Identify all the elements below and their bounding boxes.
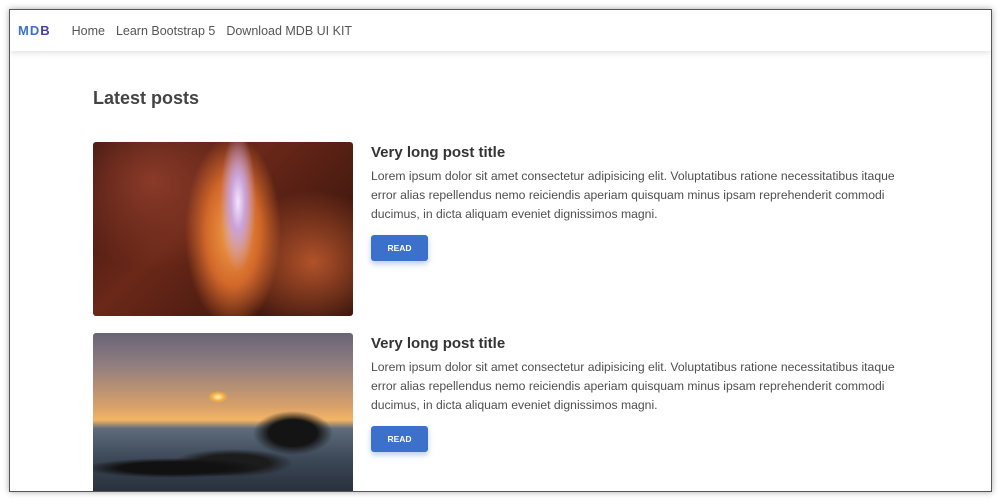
post-info: Very long post title Lorem ipsum dolor s… (371, 333, 921, 452)
nav-link-download[interactable]: Download MDB UI KIT (226, 24, 352, 38)
nav-link-learn-bootstrap[interactable]: Learn Bootstrap 5 (116, 24, 215, 38)
read-button[interactable]: READ (371, 426, 428, 452)
post-image-sunset (93, 333, 353, 491)
post-title: Very long post title (371, 144, 506, 161)
nav-link-home[interactable]: Home (72, 24, 105, 38)
post-card: Very long post title Lorem ipsum dolor s… (93, 333, 923, 491)
brand-logo[interactable]: MDB (18, 23, 51, 38)
post-info: Very long post title Lorem ipsum dolor s… (371, 142, 921, 261)
brand-text-last: B (40, 23, 51, 38)
brand-text: MD (18, 23, 41, 38)
post-image-canyon (93, 142, 353, 316)
browser-frame: MDB Home Learn Bootstrap 5 Download MDB … (9, 9, 992, 492)
page-title: Latest posts (93, 88, 200, 108)
post-excerpt: Lorem ipsum dolor sit amet consectetur a… (371, 360, 895, 412)
navbar: MDB Home Learn Bootstrap 5 Download MDB … (10, 10, 991, 51)
post-card: Very long post title Lorem ipsum dolor s… (93, 142, 923, 316)
read-button[interactable]: READ (371, 235, 428, 261)
post-excerpt: Lorem ipsum dolor sit amet consectetur a… (371, 169, 895, 221)
post-title: Very long post title (371, 335, 506, 352)
